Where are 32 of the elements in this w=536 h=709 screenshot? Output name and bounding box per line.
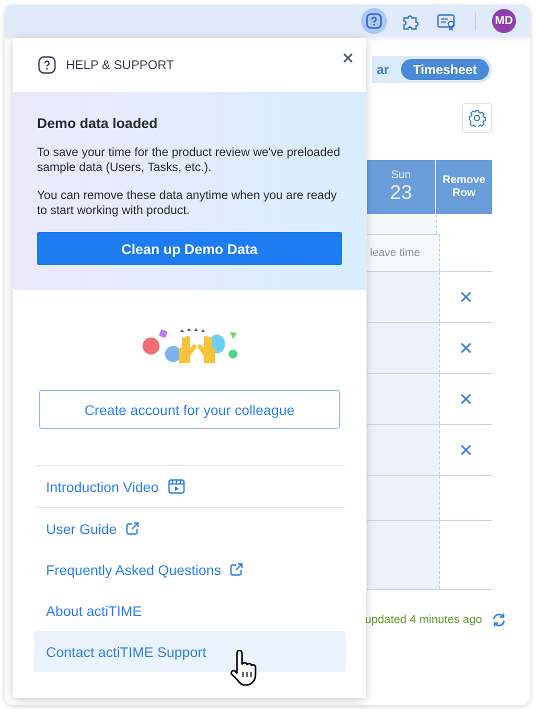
external-link-icon (230, 563, 244, 576)
weekday-label: Sun (391, 169, 411, 181)
view-tab[interactable]: Timesheet (400, 59, 489, 80)
close-button[interactable] (341, 51, 355, 65)
remove-row-button[interactable] (460, 291, 472, 303)
settings-icon (468, 109, 486, 127)
update-status: updated 4 minutes ago (364, 614, 482, 626)
help-link[interactable]: Contact actiTIME Support (34, 631, 346, 672)
notice-heading: Demo data loaded (37, 115, 159, 131)
date-label: 23 (390, 182, 412, 205)
help-link[interactable]: About actiTIME (34, 590, 346, 631)
column-header: Remove Row (436, 160, 492, 214)
notice-text: To save your time for the product review we've preloaded sample data (Users, Tasks, etc.). (37, 145, 342, 174)
help-link[interactable]: Frequently Asked Questions (34, 549, 346, 590)
remove-row-button[interactable] (460, 393, 472, 405)
view-tab[interactable]: ar (374, 59, 397, 80)
notice-text: You can remove these data anytime when you are ready to start working with product. (37, 188, 338, 217)
create-account-button[interactable]: Create account for your colleague (39, 390, 340, 429)
help-link[interactable]: User Guide (34, 507, 346, 549)
help-link[interactable]: Introduction Video (34, 465, 346, 507)
refresh-icon[interactable] (491, 612, 507, 628)
settings-button[interactable] (462, 103, 492, 133)
remove-row-button[interactable] (460, 444, 472, 456)
help-icon[interactable] (361, 8, 387, 34)
video-icon (168, 479, 185, 494)
panel-title: HELP & SUPPORT (66, 58, 174, 72)
clean-up-button[interactable]: Clean up Demo Data (37, 232, 342, 265)
table-cell: leave time (367, 234, 440, 271)
user-avatar[interactable]: MD (492, 9, 516, 33)
remove-row-button[interactable] (460, 342, 472, 354)
external-link-icon (126, 522, 139, 535)
help-icon (38, 56, 56, 74)
